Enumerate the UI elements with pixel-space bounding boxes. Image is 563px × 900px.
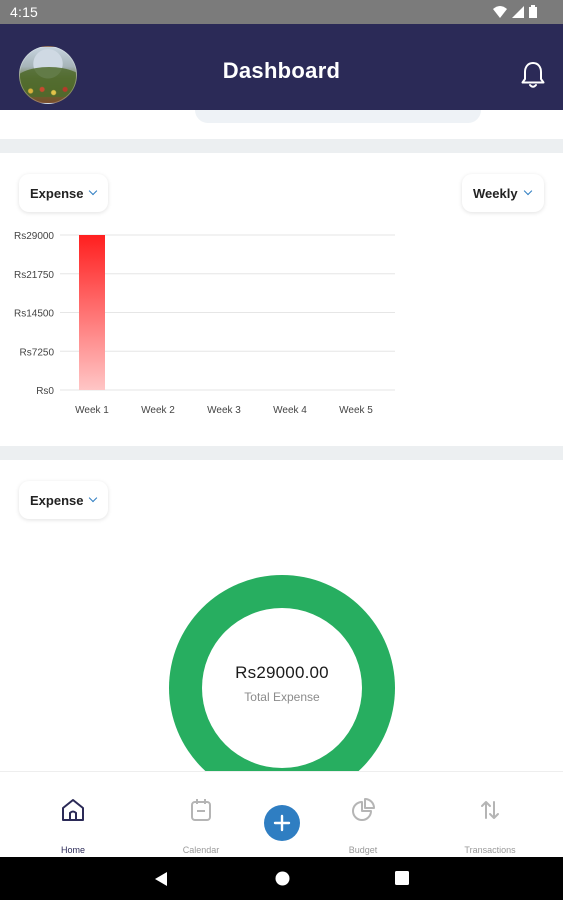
pie-chart-icon (352, 798, 375, 821)
x-tick-label: Week 2 (141, 405, 175, 416)
bottom-navigation: Home Calendar Budget Transactions (0, 771, 563, 857)
x-tick-label: Week 3 (207, 405, 241, 416)
section-divider (0, 446, 563, 460)
y-tick-label: Rs7250 (20, 347, 55, 358)
nav-label-budget: Budget (348, 845, 378, 855)
nav-item-budget[interactable]: Budget (308, 772, 418, 858)
bar[interactable] (79, 235, 105, 390)
donut-hole (202, 608, 362, 768)
app-header: Dashboard (0, 24, 563, 110)
chart-type-value: Expense (30, 185, 84, 201)
y-tick-label: Rs29000 (14, 231, 54, 242)
expense-donut-chart (169, 575, 395, 801)
back-icon[interactable] (154, 871, 168, 887)
donut-type-dropdown[interactable]: Expense (19, 481, 108, 519)
x-tick-label: Week 1 (75, 405, 109, 416)
recents-icon[interactable] (395, 871, 409, 885)
system-navigation-bar (0, 857, 563, 900)
wifi-icon (493, 5, 507, 18)
nav-label-home: Home (60, 845, 85, 855)
chevron-down-icon (523, 186, 532, 196)
page-title: Dashboard (222, 58, 341, 83)
expense-bar-chart: Rs0 Rs7250 Rs14500 Rs21750 Rs29000 Week 1 Week… (14, 231, 395, 416)
donut-type-value: Expense (30, 492, 84, 508)
summary-card-edge (195, 110, 481, 123)
add-transaction-button[interactable] (264, 805, 300, 841)
status-time: 4:15 (10, 4, 39, 20)
x-tick-label: Week 4 (273, 405, 307, 416)
transfer-arrows-icon (481, 801, 499, 819)
battery-icon (529, 5, 537, 18)
nav-item-transactions[interactable]: Transactions (435, 772, 545, 858)
x-tick-label: Week 5 (339, 405, 373, 416)
status-bar: 4:15 (0, 0, 563, 24)
section-divider (0, 139, 563, 153)
y-tick-label: Rs21750 (14, 270, 54, 281)
y-tick-label: Rs14500 (14, 309, 54, 320)
y-tick-label: Rs0 (36, 386, 54, 397)
signal-icon (512, 5, 524, 18)
notification-bell-icon[interactable] (519, 60, 547, 90)
nav-item-home[interactable]: Home (18, 772, 128, 858)
status-icons (493, 5, 537, 18)
total-expense-amount: Rs29000.00 (235, 663, 329, 682)
chart-type-dropdown[interactable]: Expense (19, 174, 108, 212)
chevron-down-icon (89, 186, 98, 196)
period-value: Weekly (473, 185, 518, 201)
nav-item-calendar[interactable]: Calendar (146, 772, 256, 858)
chevron-down-icon (89, 493, 98, 503)
period-dropdown[interactable]: Weekly (462, 174, 544, 212)
home-icon (62, 799, 84, 821)
nav-label-calendar: Calendar (182, 845, 220, 855)
calendar-icon (191, 799, 211, 821)
total-expense-label: Total Expense (244, 690, 320, 704)
plus-icon (273, 814, 291, 832)
nav-label-transactions: Transactions (464, 845, 516, 855)
home-circle-icon[interactable] (275, 871, 290, 886)
